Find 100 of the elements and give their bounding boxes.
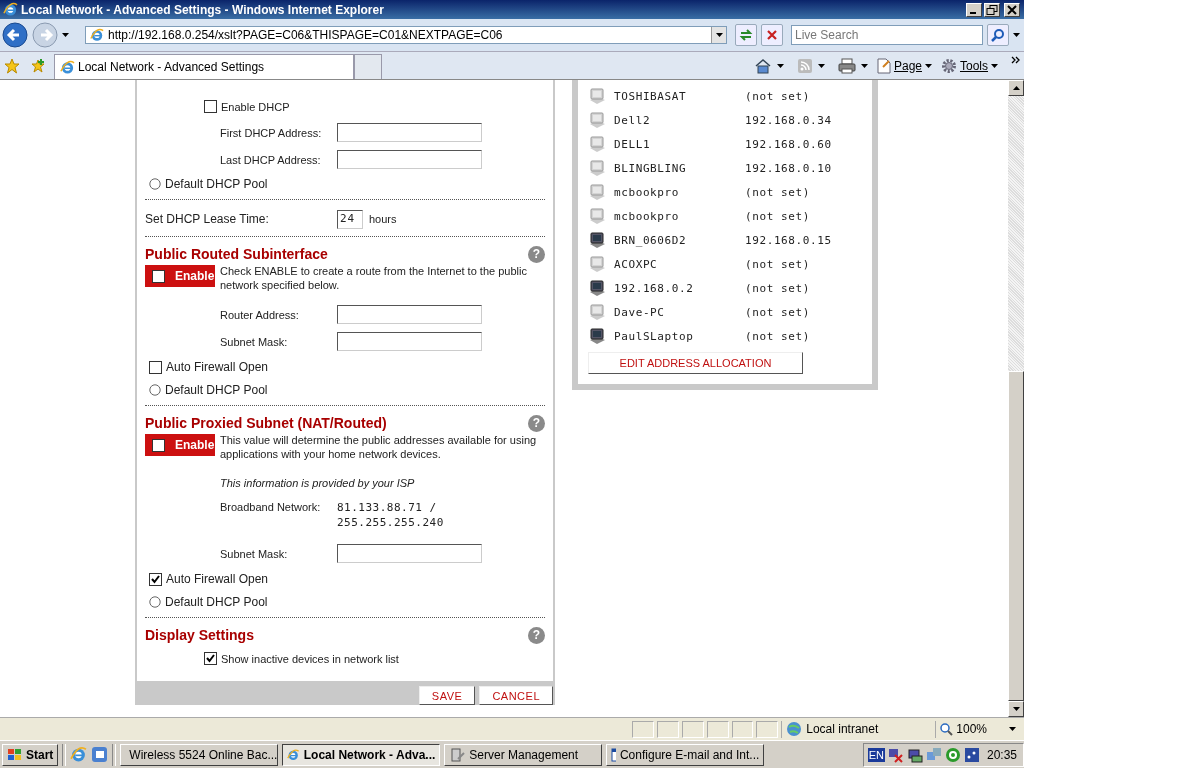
input-field[interactable] [337, 150, 482, 169]
network-adapter-icon[interactable] [906, 746, 923, 763]
input-field[interactable] [337, 305, 482, 324]
description-text: Check ENABLE to create a route from the Internet to the public network specified below. [220, 264, 528, 292]
device-name: Dave-PC [614, 305, 666, 319]
device-address: (not set) [745, 305, 810, 319]
stop-button[interactable] [761, 24, 783, 46]
print-icon[interactable] [837, 57, 856, 74]
taskbar-button[interactable]: Local Network - Adva... [282, 743, 441, 766]
edit-allocation-button[interactable]: EDIT ADDRESS ALLOCATION [588, 352, 803, 374]
caret-icon[interactable] [991, 63, 998, 68]
radio-button[interactable] [149, 384, 161, 396]
network-error-icon[interactable] [887, 746, 904, 763]
input-field[interactable] [337, 544, 482, 563]
action-button[interactable]: CANCEL [479, 686, 553, 705]
address-field[interactable]: http://192.168.0.254/xslt?PAGE=C06&THISPAGE=C01&NEXTPAGE=C06 [85, 26, 727, 44]
tools-menu[interactable]: Tools [941, 57, 998, 74]
home-icon[interactable] [753, 57, 772, 74]
up-arrow-icon [1012, 86, 1020, 90]
language-indicator[interactable]: EN [867, 747, 885, 762]
input-field[interactable]: 24 [337, 209, 363, 229]
scroll-down-button[interactable] [1008, 701, 1024, 717]
checkbox-label: Auto Firewall Open [166, 360, 269, 374]
device-name: mcbookpro [614, 209, 680, 223]
radio-label: Default DHCP Pool [165, 383, 268, 397]
field-label: Subnet Mask: [220, 335, 289, 348]
taskbar-button[interactable]: Wireless 5524 Online Bac... [120, 743, 279, 766]
checkbox-label: Auto Firewall Open [166, 572, 269, 586]
checkbox[interactable] [204, 100, 217, 113]
scrollbar-thumb[interactable] [1008, 371, 1024, 701]
checkbox[interactable] [149, 360, 162, 374]
dropdown-caret-icon[interactable] [715, 33, 723, 37]
device-address: (not set) [745, 209, 810, 223]
search-button[interactable] [987, 24, 1009, 46]
field-label: Set DHCP Lease Time: [145, 212, 270, 226]
taskbar-button[interactable]: Configure E-mail and Int... [606, 743, 765, 766]
minimize-icon[interactable] [966, 2, 982, 17]
checkbox[interactable] [152, 438, 165, 452]
caret-icon[interactable] [817, 63, 825, 68]
back-button[interactable] [2, 22, 28, 48]
device-address: (not set) [745, 257, 810, 271]
device-name: 192.168.0.2 [614, 281, 695, 295]
note-text: This information is provided by your ISP [220, 477, 415, 489]
caret-icon[interactable] [1009, 727, 1016, 731]
action-button[interactable]: SAVE [418, 686, 476, 705]
input-field[interactable] [337, 332, 482, 351]
zoom-control[interactable]: 100% [935, 720, 1024, 738]
add-favorite-icon[interactable] [30, 57, 46, 74]
input-field[interactable] [337, 123, 482, 142]
device-address: (not set) [745, 281, 810, 295]
scroll-up-button[interactable] [1008, 80, 1024, 96]
device-address: 192.168.0.15 [745, 233, 832, 247]
refresh-button[interactable] [735, 24, 757, 46]
network-value: 81.133.88.71 / [337, 500, 438, 515]
checkbox[interactable] [152, 269, 165, 283]
dots-icon[interactable] [963, 746, 980, 763]
checkbox-label: Show inactive devices in network list [221, 652, 399, 665]
radio-button[interactable] [149, 596, 161, 608]
favorites-star-icon[interactable] [4, 57, 20, 74]
circle-app-icon[interactable] [944, 746, 961, 763]
device-name: Dell2 [614, 113, 652, 127]
ie-launch-icon [70, 746, 88, 763]
globe-icon [786, 721, 803, 737]
maximize-icon[interactable] [984, 2, 1000, 17]
device-address: (not set) [745, 185, 810, 199]
zoom-icon [940, 722, 954, 736]
field-label: First DHCP Address: [220, 126, 323, 139]
search-caret-icon[interactable] [1013, 33, 1020, 37]
section-heading: Public Proxied Subnet (NAT/Routed) [145, 415, 387, 431]
radio-label: Default DHCP Pool [165, 595, 268, 609]
field-label: Subnet Mask: [220, 547, 289, 560]
start-button[interactable]: Start [2, 743, 59, 766]
caret-icon[interactable] [925, 63, 932, 68]
caret-icon[interactable] [860, 63, 868, 68]
checkbox[interactable] [204, 652, 217, 665]
enable-toggle[interactable]: Enable [145, 265, 215, 287]
device-address: 192.168.0.34 [745, 113, 832, 127]
device-address: 192.168.0.60 [745, 137, 832, 151]
clock: 20:35 [986, 747, 1017, 762]
field-label: Router Address: [220, 308, 300, 321]
windows-logo-icon [7, 747, 23, 762]
device-name: DELL1 [614, 137, 652, 151]
field-label: Last DHCP Address: [220, 153, 322, 166]
taskbar-button[interactable]: Server Management [444, 743, 603, 766]
field-label: Broadband Network: [220, 500, 322, 513]
caret-icon[interactable] [776, 63, 784, 68]
browser-tab[interactable]: Local Network - Advanced Settings [54, 54, 354, 79]
more-chevron-icon[interactable] [1011, 56, 1020, 64]
search-field[interactable]: Live Search [791, 25, 983, 45]
radio-button[interactable] [149, 178, 161, 190]
section-heading: Public Routed Subinterface [145, 246, 328, 262]
zone-label: Local intranet [806, 722, 879, 736]
enable-toggle[interactable]: Enable [145, 434, 215, 456]
checkbox[interactable] [149, 572, 162, 586]
history-caret-icon[interactable] [62, 33, 69, 37]
unit-label: hours [369, 213, 397, 225]
switch-windows-icon[interactable] [91, 746, 109, 763]
page-menu[interactable]: Page [876, 57, 932, 74]
device-name: ACOXPC [614, 257, 659, 271]
close-icon[interactable] [1004, 2, 1020, 17]
